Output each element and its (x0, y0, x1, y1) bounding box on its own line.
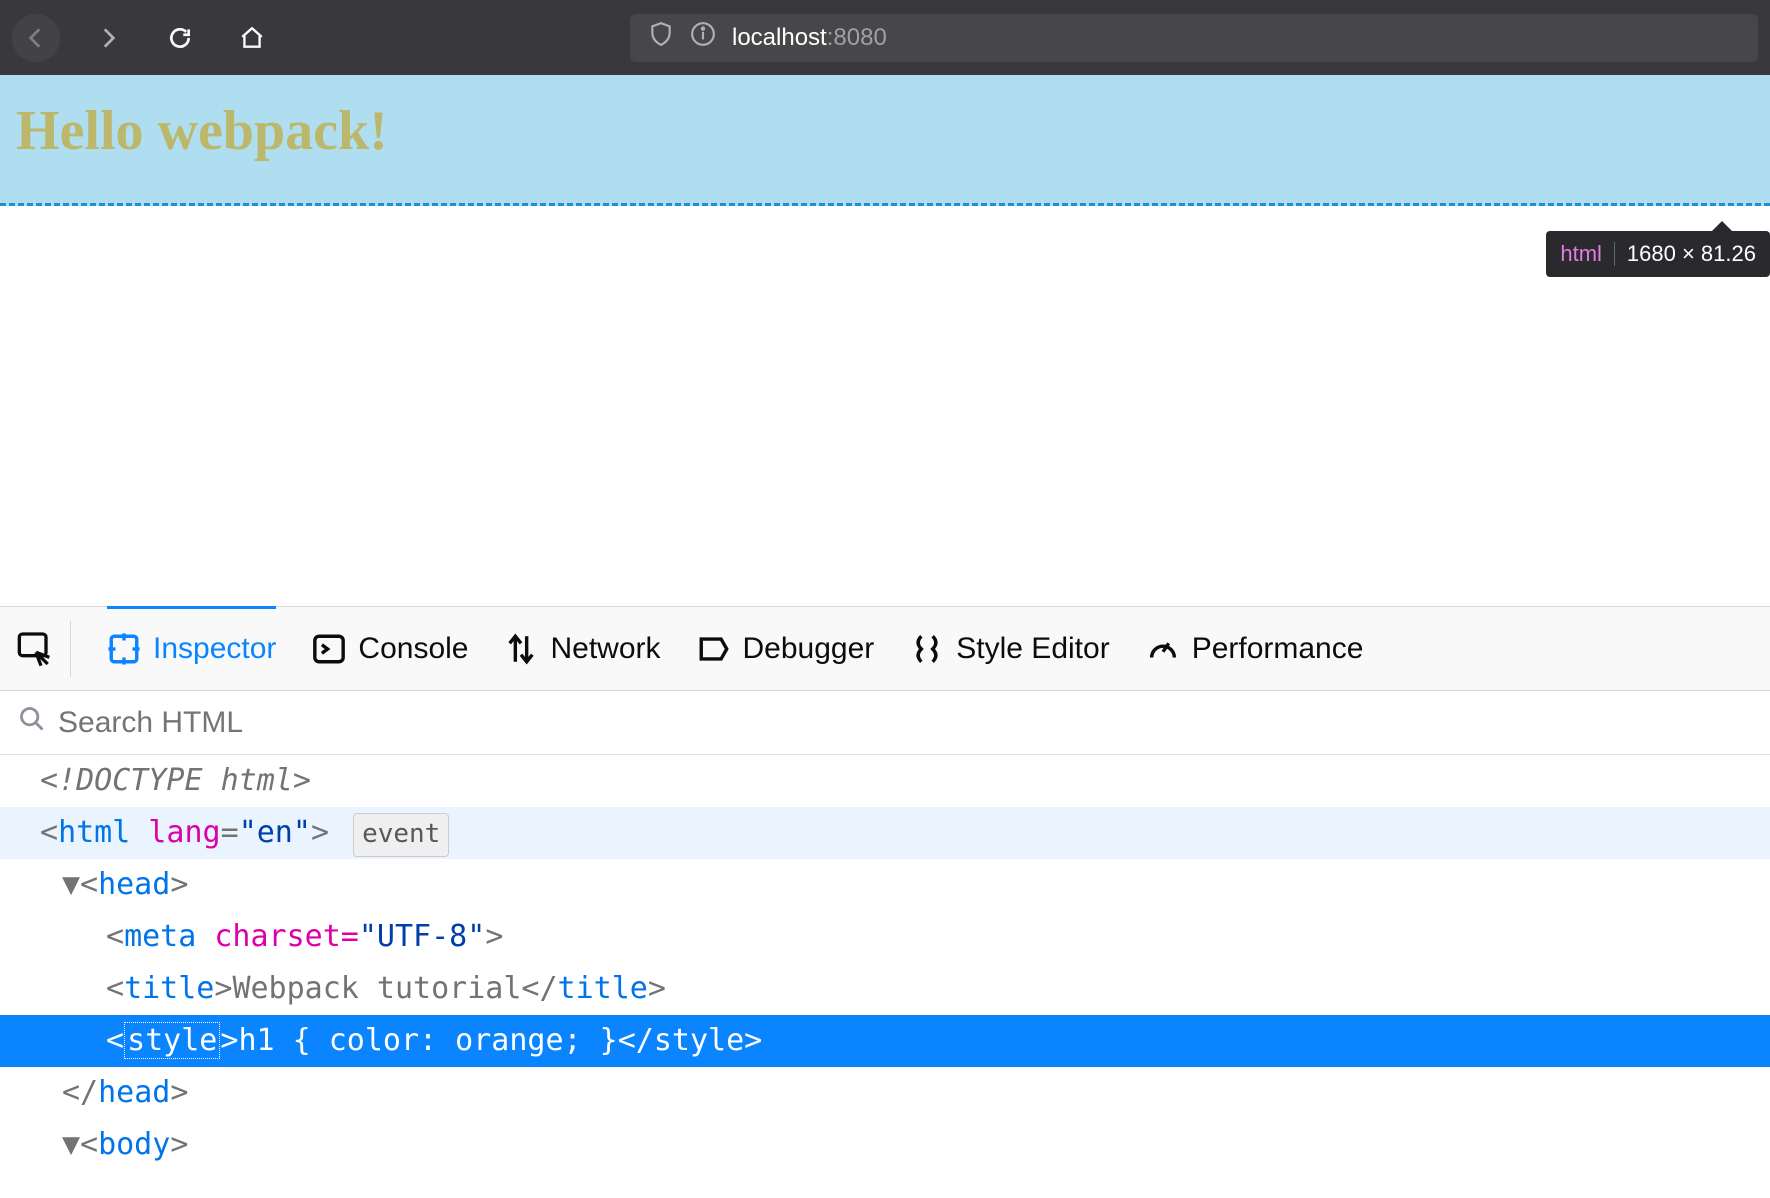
tab-style-editor[interactable]: Style Editor (910, 607, 1109, 690)
tooltip-tagname: html (1560, 241, 1602, 267)
shield-icon (648, 21, 674, 54)
tab-performance[interactable]: Performance (1146, 607, 1364, 690)
address-bar[interactable]: localhost:8080 (630, 14, 1758, 62)
tab-debugger[interactable]: Debugger (697, 607, 875, 690)
page-viewport: Hello webpack! html 1680 × 81.26 (0, 75, 1770, 606)
tab-console[interactable]: Console (312, 607, 468, 690)
tab-debugger-label: Debugger (743, 632, 875, 666)
element-picker-button[interactable] (16, 621, 71, 677)
dom-head-open[interactable]: ▼<head> (0, 859, 1770, 911)
devtools-tabbar: Inspector Console Network Debugger Style… (0, 607, 1770, 691)
html-search-bar[interactable] (0, 691, 1770, 755)
page-heading: Hello webpack! (16, 99, 1754, 163)
browser-toolbar: localhost:8080 (0, 0, 1770, 75)
tab-style-editor-label: Style Editor (956, 632, 1109, 666)
search-icon (18, 705, 46, 741)
info-icon[interactable] (690, 21, 716, 54)
element-dimensions-tooltip: html 1680 × 81.26 (1546, 231, 1770, 277)
dom-style-selected[interactable]: <style>h1 { color: orange; }</style> (0, 1015, 1770, 1067)
dom-html-open[interactable]: <html lang="en"> event (0, 807, 1770, 859)
highlighted-element: Hello webpack! (0, 75, 1770, 206)
reload-button[interactable] (156, 14, 204, 62)
tab-inspector-label: Inspector (153, 632, 276, 666)
dom-head-close[interactable]: </head> (0, 1067, 1770, 1119)
tab-inspector[interactable]: Inspector (107, 605, 276, 688)
home-button[interactable] (228, 14, 276, 62)
dom-tree[interactable]: <!DOCTYPE html> <html lang="en"> event ▼… (0, 755, 1770, 1171)
forward-button[interactable] (84, 14, 132, 62)
html-search-input[interactable] (58, 706, 1752, 740)
tooltip-separator (1614, 242, 1615, 266)
dom-doctype[interactable]: <!DOCTYPE html> (0, 755, 1770, 807)
dom-title[interactable]: <title>Webpack tutorial</title> (0, 963, 1770, 1015)
tab-console-label: Console (358, 632, 468, 666)
dom-body-open[interactable]: ▼<body> (0, 1119, 1770, 1171)
devtools-panel: Inspector Console Network Debugger Style… (0, 606, 1770, 1171)
tab-network-label: Network (550, 632, 660, 666)
tab-network[interactable]: Network (504, 607, 660, 690)
tab-performance-label: Performance (1192, 632, 1364, 666)
back-button[interactable] (12, 14, 60, 62)
dom-meta[interactable]: <meta charset="UTF-8"> (0, 911, 1770, 963)
event-badge[interactable]: event (353, 813, 449, 857)
tooltip-dimensions: 1680 × 81.26 (1627, 241, 1756, 267)
url-text: localhost:8080 (732, 24, 887, 52)
